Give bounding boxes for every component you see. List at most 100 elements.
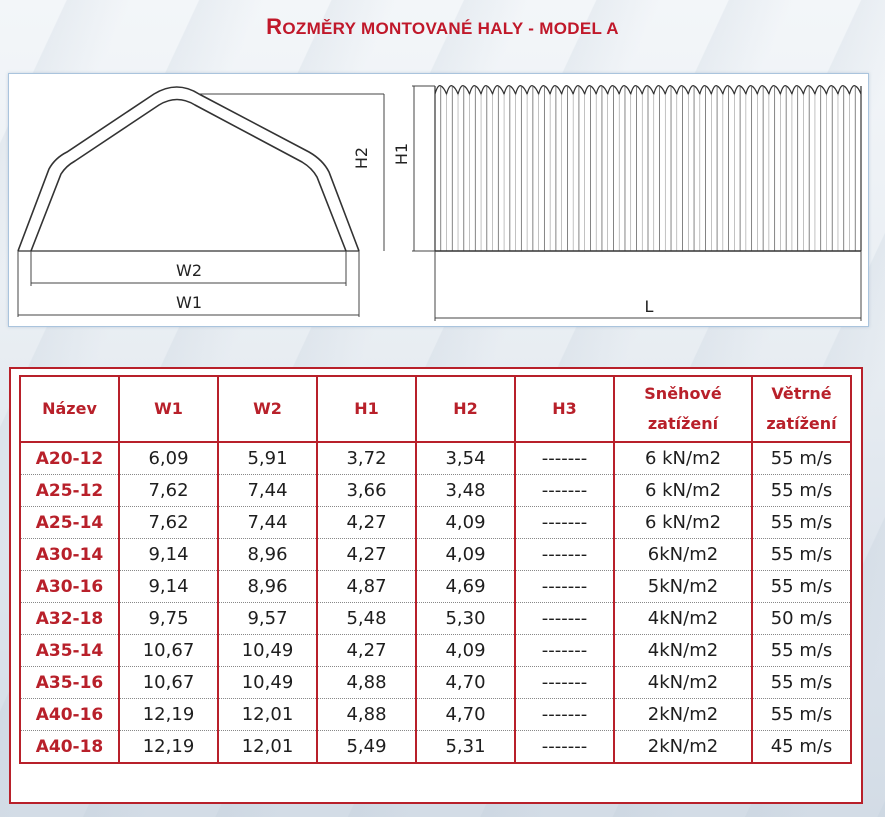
table-row: A30-16 9,14 8,96 4,87 4,69 ------- 5kN/m2 55 m/… (19, 570, 852, 603)
table-cell: 4,27 (316, 538, 417, 571)
table-cell: ------- (514, 698, 615, 731)
table-cell: 4kN/m2 (613, 666, 753, 699)
title-rest: OZMĚRY MONTOVANÉ HALY - MODEL A (282, 19, 619, 38)
table-row: A25-14 7,62 7,44 4,27 4,09 ------- 6 kN/m2 55 m… (19, 506, 852, 539)
table-cell: 3,72 (316, 441, 417, 475)
column-header-line1: W1 (154, 399, 183, 418)
table-cell: ------- (514, 538, 615, 571)
table-cell: 5kN/m2 (613, 570, 753, 603)
table-cell: 8,96 (217, 538, 318, 571)
column-header-line2: zatížení (766, 414, 837, 433)
column-header: H1 (316, 375, 417, 443)
table-cell: 50 m/s (751, 602, 852, 635)
table-cell: ------- (514, 570, 615, 603)
column-header: H2 (415, 375, 516, 443)
table-cell: 7,44 (217, 506, 318, 539)
table-cell: 10,49 (217, 666, 318, 699)
table-cell: 6 kN/m2 (613, 474, 753, 507)
table-cell: 4,70 (415, 666, 516, 699)
table-cell: 4,27 (316, 506, 417, 539)
table-cell: 4,88 (316, 666, 417, 699)
column-header: Název (19, 375, 120, 443)
table-cell: 4kN/m2 (613, 602, 753, 635)
column-header-line2: zatížení (647, 414, 719, 433)
table-cell: 3,48 (415, 474, 516, 507)
table-cell: 4,88 (316, 698, 417, 731)
table-row: A35-14 10,67 10,49 4,27 4,09 ------- 4kN/m2 55 … (19, 634, 852, 667)
table-cell: 55 m/s (751, 666, 852, 699)
table-cell: ------- (514, 666, 615, 699)
table-row: A25-12 7,62 7,44 3,66 3,48 ------- 6 kN/m2 55 m… (19, 474, 852, 507)
table-cell: 4kN/m2 (613, 634, 753, 667)
l-label: L (645, 297, 654, 316)
table-row: A32-18 9,75 9,57 5,48 5,30 ------- 4kN/m2 50 m/… (19, 602, 852, 635)
table-cell: 12,19 (118, 730, 219, 764)
w2-label: W2 (176, 261, 202, 280)
table-row: A20-12 6,09 5,91 3,72 3,54 ------- 6 kN/m2 55 m… (19, 441, 852, 475)
hall-side-view (434, 85, 862, 252)
table-cell: 9,14 (118, 538, 219, 571)
table-cell: 4,27 (316, 634, 417, 667)
h2-label: H2 (352, 147, 371, 169)
row-name-cell: A40-18 (19, 730, 120, 764)
hall-profile-inner (30, 98, 347, 252)
table-cell: 6 kN/m2 (613, 441, 753, 475)
column-header-line1: Název (42, 399, 97, 418)
row-name-cell: A32-18 (19, 602, 120, 635)
column-header: H3 (514, 375, 615, 443)
table-cell: 6 kN/m2 (613, 506, 753, 539)
column-header-line1: Sněhové (644, 384, 722, 403)
table-cell: 2kN/m2 (613, 730, 753, 764)
corrugation-ribs (440, 86, 862, 251)
table-cell: 10,67 (118, 666, 219, 699)
table-cell: 55 m/s (751, 538, 852, 571)
table-cell: 5,31 (415, 730, 516, 764)
table-cell: 45 m/s (751, 730, 852, 764)
table-cell: 5,30 (415, 602, 516, 635)
table-cell: 10,67 (118, 634, 219, 667)
table-cell: 9,14 (118, 570, 219, 603)
table-header-row: Název W1 W2 H1 H2 H3 Sněhové zatížení Větrné zatí… (19, 375, 852, 443)
table-cell: ------- (514, 602, 615, 635)
row-name-cell: A40-16 (19, 698, 120, 731)
table-cell: 10,49 (217, 634, 318, 667)
table-cell: 3,66 (316, 474, 417, 507)
table-cell: 5,49 (316, 730, 417, 764)
table-cell: 55 m/s (751, 634, 852, 667)
table-cell: 7,62 (118, 506, 219, 539)
table-cell: ------- (514, 730, 615, 764)
table-cell: 55 m/s (751, 698, 852, 731)
hall-drawing-svg: H2 W2 W1 H1 L (17, 85, 862, 321)
row-name-cell: A20-12 (19, 441, 120, 475)
table-cell: 55 m/s (751, 441, 852, 475)
table-cell: 7,62 (118, 474, 219, 507)
row-name-cell: A25-12 (19, 474, 120, 507)
table-cell: 6,09 (118, 441, 219, 475)
table-cell: 8,96 (217, 570, 318, 603)
table-cell: ------- (514, 634, 615, 667)
table-cell: 6kN/m2 (613, 538, 753, 571)
table-row: A40-18 12,19 12,01 5,49 5,31 ------- 2kN/m2 45 … (19, 730, 852, 764)
dimensions-table: Název W1 W2 H1 H2 H3 Sněhové zatížení Větrné zatí… (19, 375, 852, 764)
row-name-cell: A25-14 (19, 506, 120, 539)
column-header-line1: H2 (453, 399, 478, 418)
column-header: W1 (118, 375, 219, 443)
table-cell: 3,54 (415, 441, 516, 475)
column-header-line1: Větrné (771, 384, 832, 403)
column-header-line1: H1 (354, 399, 379, 418)
row-name-cell: A35-16 (19, 666, 120, 699)
row-name-cell: A30-16 (19, 570, 120, 603)
table-cell: 2kN/m2 (613, 698, 753, 731)
table-cell: 9,75 (118, 602, 219, 635)
table-cell: 12,19 (118, 698, 219, 731)
table-body: A20-12 6,09 5,91 3,72 3,54 ------- 6 kN/m2 55 m… (19, 441, 852, 764)
table-cell: ------- (514, 506, 615, 539)
page-title: ROZMĚRY MONTOVANÉ HALY - MODEL A (0, 14, 885, 40)
table-cell: 5,91 (217, 441, 318, 475)
table-cell: 9,57 (217, 602, 318, 635)
table-cell: 55 m/s (751, 474, 852, 507)
w1-label: W1 (176, 293, 202, 312)
table-cell: 4,09 (415, 538, 516, 571)
table-cell: 4,09 (415, 634, 516, 667)
column-header: Sněhové zatížení (613, 375, 753, 443)
